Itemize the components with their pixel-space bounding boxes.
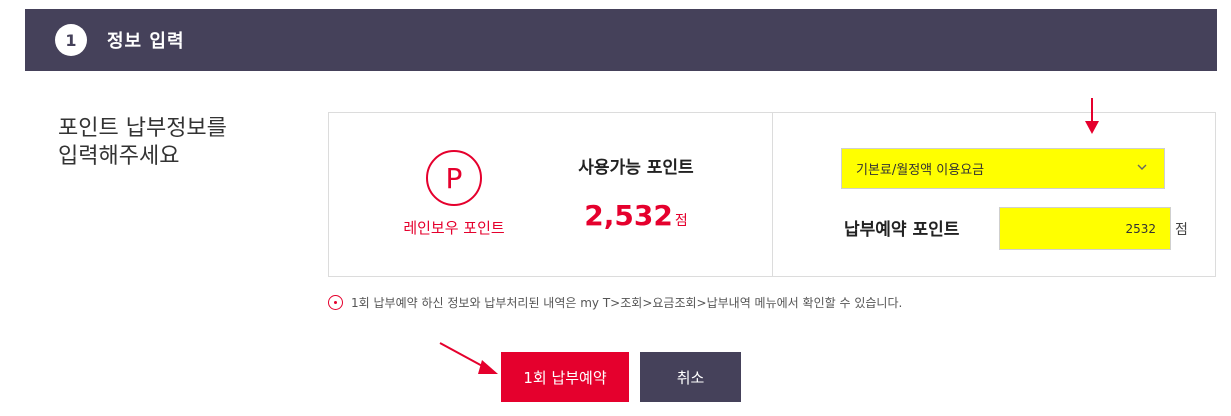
reserve-points-input[interactable]	[999, 207, 1171, 250]
payment-target-selected: 기본료/월정액 이용요금	[856, 163, 985, 178]
available-points-value: 2,532 점	[561, 199, 711, 232]
section-header: 1 정보 입력	[25, 9, 1217, 71]
available-points-number: 2,532	[584, 199, 673, 232]
payment-page: 1 정보 입력 포인트 납부정보를 입력해주세요 P 레인보우 포인트 사용가능…	[0, 0, 1231, 416]
point-info-box: P 레인보우 포인트 사용가능 포인트 2,532 점 기본료/월정액 이용요금 …	[328, 112, 1216, 277]
notice: 1회 납부예약 하신 정보와 납부처리된 내역은 my T>조회>요금조회>납부…	[328, 294, 902, 311]
step-number-badge: 1	[55, 24, 87, 56]
reserve-points-unit: 점	[1175, 222, 1188, 238]
reserve-once-button[interactable]: 1회 납부예약	[501, 352, 629, 402]
available-points-label: 사용가능 포인트	[578, 158, 694, 178]
intro-line-2: 입력해주세요	[58, 144, 180, 169]
info-icon	[328, 295, 343, 310]
intro-line-1: 포인트 납부정보를	[58, 116, 227, 141]
reserve-points-label: 납부예약 포인트	[844, 220, 960, 240]
box-divider	[772, 113, 773, 276]
rainbow-point-logo: P	[426, 150, 482, 206]
payment-target-select[interactable]: 기본료/월정액 이용요금	[841, 148, 1165, 189]
intro-text: 포인트 납부정보를 입력해주세요	[58, 115, 298, 171]
section-title: 정보 입력	[107, 31, 185, 52]
arrow-annotation-icon	[439, 342, 498, 374]
cancel-button[interactable]: 취소	[640, 352, 741, 402]
chevron-down-icon	[1136, 161, 1148, 176]
notice-text: 1회 납부예약 하신 정보와 납부처리된 내역은 my T>조회>요금조회>납부…	[351, 296, 903, 310]
rainbow-point-label: 레인보우 포인트	[403, 219, 505, 237]
available-points-unit: 점	[674, 213, 688, 229]
